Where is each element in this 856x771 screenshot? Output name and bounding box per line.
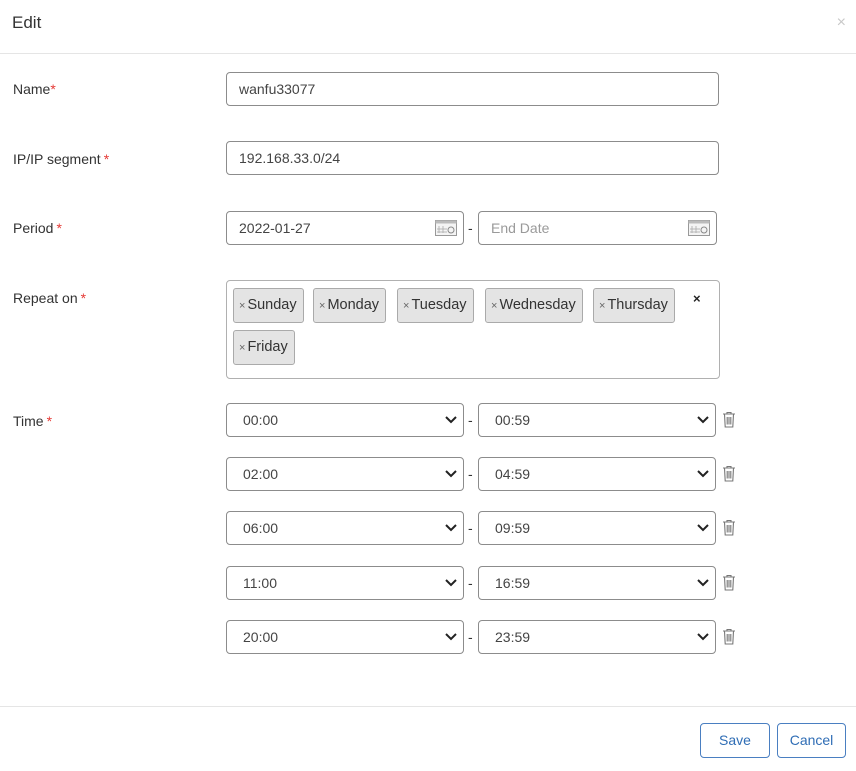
chevron-down-icon [697, 633, 709, 641]
time-start-select[interactable]: 11:00 [226, 566, 464, 600]
trash-icon[interactable] [722, 465, 736, 482]
name-input[interactable]: wanfu33077 [226, 72, 719, 106]
time-separator: - [468, 466, 473, 482]
chevron-down-icon [445, 524, 457, 532]
required-mark: * [46, 413, 53, 429]
calendar-icon[interactable] [435, 220, 457, 236]
time-label: Time * [13, 413, 53, 429]
start-date-input[interactable]: 2022-01-27 [226, 211, 464, 245]
time-end-select[interactable]: 09:59 [478, 511, 716, 545]
day-tag-sunday: × Sunday [233, 288, 304, 323]
chevron-down-icon [445, 470, 457, 478]
start-date-value: 2022-01-27 [239, 220, 311, 236]
time-start-select[interactable]: 02:00 [226, 457, 464, 491]
cancel-button[interactable]: Cancel [777, 723, 846, 758]
required-mark: * [103, 151, 110, 167]
time-end-select[interactable]: 00:59 [478, 403, 716, 437]
chevron-down-icon [445, 579, 457, 587]
clear-all-icon[interactable]: × [693, 291, 701, 306]
chevron-down-icon [697, 579, 709, 587]
ip-input[interactable]: 192.168.33.0/24 [226, 141, 719, 175]
trash-icon[interactable] [722, 574, 736, 591]
dialog-title: Edit [12, 13, 42, 32]
period-label: Period * [13, 220, 62, 236]
chevron-down-icon [445, 416, 457, 424]
day-tag-wednesday: × Wednesday [485, 288, 583, 323]
name-label: Name* [13, 81, 56, 97]
save-button[interactable]: Save [700, 723, 770, 758]
time-start-select[interactable]: 06:00 [226, 511, 464, 545]
time-separator: - [468, 520, 473, 536]
time-end-select[interactable]: 23:59 [478, 620, 716, 654]
period-separator: - [468, 220, 473, 236]
chevron-down-icon [697, 524, 709, 532]
time-start-select[interactable]: 00:00 [226, 403, 464, 437]
day-tag-tuesday: × Tuesday [397, 288, 474, 323]
remove-tag-icon[interactable]: × [599, 300, 605, 312]
trash-icon[interactable] [722, 628, 736, 645]
chevron-down-icon [445, 633, 457, 641]
ip-label: IP/IP segment * [13, 151, 110, 167]
time-separator: - [468, 575, 473, 591]
chevron-down-icon [697, 470, 709, 478]
day-tag-thursday: × Thursday [593, 288, 675, 323]
time-separator: - [468, 412, 473, 428]
trash-icon[interactable] [722, 411, 736, 428]
calendar-icon[interactable] [688, 220, 710, 236]
time-separator: - [468, 629, 473, 645]
remove-tag-icon[interactable]: × [403, 300, 409, 312]
day-tag-monday: × Monday [313, 288, 387, 323]
remove-tag-icon[interactable]: × [319, 300, 325, 312]
chevron-down-icon [697, 416, 709, 424]
end-date-placeholder: End Date [491, 220, 550, 236]
time-end-select[interactable]: 04:59 [478, 457, 716, 491]
remove-tag-icon[interactable]: × [491, 300, 497, 312]
footer-divider [0, 706, 856, 707]
time-end-select[interactable]: 16:59 [478, 566, 716, 600]
required-mark: * [56, 220, 62, 236]
day-tag-friday: × Friday [233, 330, 295, 365]
remove-tag-icon[interactable]: × [239, 342, 245, 354]
repeat-label: Repeat on * [13, 290, 87, 306]
time-start-select[interactable]: 20:00 [226, 620, 464, 654]
required-mark: * [80, 290, 87, 306]
trash-icon[interactable] [722, 519, 736, 536]
end-date-input[interactable]: End Date [478, 211, 717, 245]
required-mark: * [50, 81, 56, 97]
close-icon[interactable]: × [837, 14, 846, 32]
remove-tag-icon[interactable]: × [239, 300, 245, 312]
repeat-days-multiselect[interactable]: × Sunday × Monday × Tuesday × Wednesday × Thu… [226, 280, 720, 379]
dialog-header: Edit × [0, 0, 856, 54]
